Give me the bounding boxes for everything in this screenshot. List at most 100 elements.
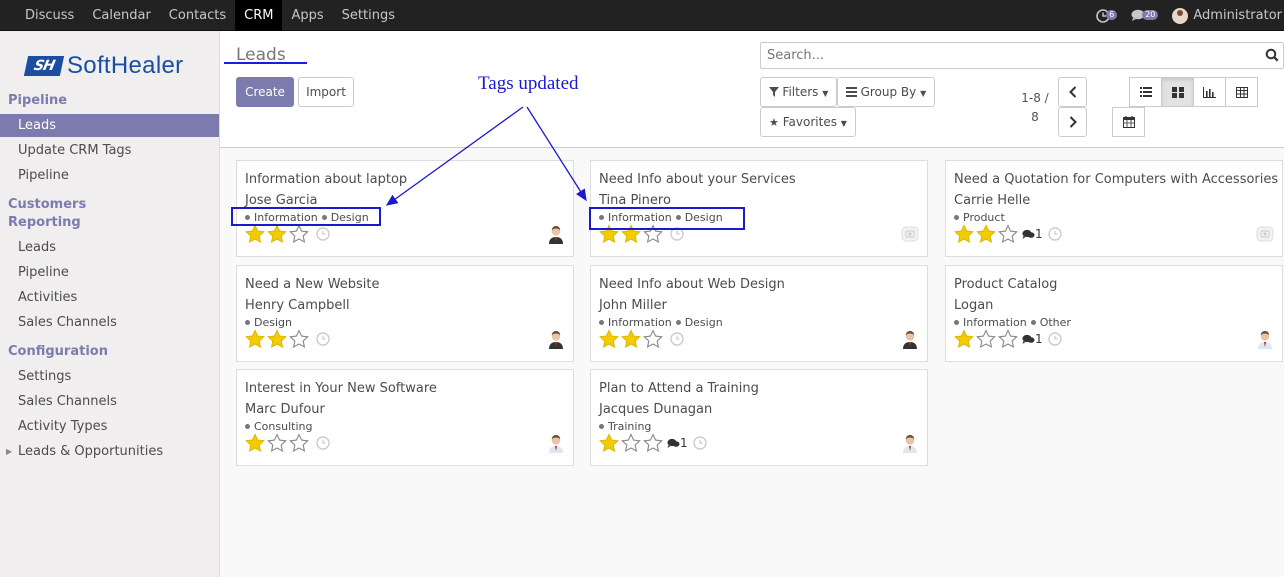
card-contact: Marc Dufour	[245, 402, 325, 417]
pivot-view-button[interactable]	[1225, 77, 1258, 107]
sidebar-item-update-crm-tags[interactable]: Update CRM Tags	[0, 139, 219, 162]
activity-clock-icon[interactable]	[670, 332, 684, 346]
star-filled-icon[interactable]	[954, 224, 974, 244]
messages-menu[interactable]: 20	[1131, 9, 1159, 22]
app-settings[interactable]: Settings	[333, 0, 404, 31]
star-empty-icon[interactable]	[621, 433, 641, 453]
activity-menu[interactable]: 6	[1096, 8, 1118, 23]
annotation-box	[589, 207, 745, 230]
star-filled-icon[interactable]	[245, 433, 265, 453]
activity-clock-icon[interactable]	[316, 227, 330, 241]
bar-chart-icon	[1203, 86, 1216, 98]
top-navbar: Discuss Calendar Contacts CRM Apps Setti…	[0, 0, 1284, 31]
create-button[interactable]: Create	[236, 77, 294, 107]
list-view-button[interactable]	[1129, 77, 1162, 107]
tag: Product	[954, 211, 1005, 224]
star-empty-icon[interactable]	[289, 224, 309, 244]
sidebar-item-activity-types[interactable]: Activity Types	[0, 415, 219, 438]
star-filled-icon[interactable]	[954, 329, 974, 349]
kanban-card[interactable]: Plan to Attend a Training Jacques Dunagan…	[590, 369, 928, 466]
card-footer	[245, 433, 330, 453]
filters-label: Filters	[782, 85, 819, 99]
sidebar-item-pipeline[interactable]: Pipeline	[0, 164, 219, 187]
placeholder-avatar	[901, 226, 919, 242]
section-configuration: Configuration	[8, 344, 108, 359]
activity-clock-icon[interactable]	[692, 436, 707, 450]
card-title: Product Catalog	[954, 277, 1058, 292]
pager-previous-button[interactable]	[1058, 77, 1087, 107]
app-discuss[interactable]: Discuss	[0, 0, 83, 31]
star-filled-icon[interactable]	[599, 329, 619, 349]
tag: Design	[245, 316, 292, 329]
activity-clock-icon[interactable]	[1047, 332, 1062, 346]
kanban-card[interactable]: Need a Quotation for Computers with Acce…	[945, 160, 1283, 257]
graph-view-button[interactable]	[1193, 77, 1226, 107]
sidebar-item-report-leads[interactable]: Leads	[0, 236, 219, 259]
kanban-card[interactable]: Need a New Website Henry Campbell Design	[236, 265, 574, 362]
filters-button[interactable]: Filters ▼	[760, 77, 837, 107]
app-crm[interactable]: CRM	[235, 0, 283, 31]
star-filled-icon[interactable]	[245, 329, 265, 349]
kanban-card[interactable]: Interest in Your New Software Marc Dufour…	[236, 369, 574, 466]
pager-range[interactable]: 1-8 /	[1018, 89, 1052, 108]
app-contacts[interactable]: Contacts	[160, 0, 235, 31]
sidebar-item-report-pipeline[interactable]: Pipeline	[0, 261, 219, 284]
star-filled-icon[interactable]	[976, 224, 996, 244]
star-empty-icon[interactable]	[643, 433, 663, 453]
calendar-icon	[1122, 116, 1135, 128]
card-title: Need a Quotation for Computers with Acce…	[954, 172, 1279, 187]
activity-clock-icon[interactable]	[316, 436, 330, 450]
table-icon	[1235, 86, 1248, 98]
placeholder-avatar	[1256, 226, 1274, 242]
star-empty-icon[interactable]	[998, 224, 1018, 244]
message-counter[interactable]: 1	[667, 436, 688, 450]
group-by-button[interactable]: Group By ▼	[837, 77, 935, 107]
star-filled-icon[interactable]	[267, 329, 287, 349]
tag: Other	[1031, 316, 1071, 329]
chevron-right-icon	[1069, 116, 1077, 128]
star-empty-icon[interactable]	[289, 433, 309, 453]
user-avatar	[1172, 7, 1189, 24]
card-contact: Tina Pinero	[599, 193, 671, 208]
star-filled-icon[interactable]	[621, 329, 641, 349]
sidebar-item-config-sales-channels[interactable]: Sales Channels	[0, 390, 219, 413]
card-title: Need Info about Web Design	[599, 277, 785, 292]
search-input[interactable]	[761, 43, 1251, 68]
activity-clock-icon[interactable]	[1047, 227, 1062, 241]
star-empty-icon[interactable]	[998, 329, 1018, 349]
card-title: Need a New Website	[245, 277, 380, 292]
message-counter[interactable]: 1	[1022, 227, 1043, 241]
star-empty-icon[interactable]	[643, 329, 663, 349]
app-calendar[interactable]: Calendar	[83, 0, 159, 31]
sidebar-item-leads-opportunities[interactable]: ▶ Leads & Opportunities	[0, 440, 219, 463]
card-footer: 1	[599, 433, 707, 453]
star-filled-icon[interactable]	[245, 224, 265, 244]
app-apps[interactable]: Apps	[282, 0, 332, 31]
user-menu[interactable]: Administrator	[1172, 7, 1282, 24]
kanban-card[interactable]: Need Info about Web Design John Miller Inf…	[590, 265, 928, 362]
card-title: Information about laptop	[245, 172, 408, 187]
favorites-button[interactable]: ★ Favorites ▼	[760, 107, 856, 137]
kanban-card[interactable]: Product Catalog Logan Information Other 1	[945, 265, 1283, 362]
star-empty-icon[interactable]	[976, 329, 996, 349]
tag: Consulting	[245, 420, 312, 433]
calendar-view-button[interactable]	[1112, 107, 1145, 137]
message-counter[interactable]: 1	[1022, 332, 1043, 346]
pager-total: 8	[1031, 110, 1039, 124]
star-empty-icon[interactable]	[289, 329, 309, 349]
card-contact: Jose Garcia	[245, 193, 318, 208]
card-title: Need Info about your Services	[599, 172, 796, 187]
star-filled-icon[interactable]	[599, 433, 619, 453]
search-icon[interactable]	[1265, 48, 1279, 62]
pager-next-button[interactable]	[1058, 107, 1087, 137]
star-filled-icon[interactable]	[267, 224, 287, 244]
sidebar-item-leads[interactable]: Leads	[0, 114, 219, 137]
star-empty-icon[interactable]	[267, 433, 287, 453]
kanban-view-button[interactable]	[1161, 77, 1194, 107]
activity-clock-icon[interactable]	[316, 332, 330, 346]
section-customers[interactable]: Customers	[8, 197, 86, 212]
import-button[interactable]: Import	[298, 77, 354, 107]
sidebar-item-activities[interactable]: Activities	[0, 286, 219, 309]
sidebar-item-sales-channels[interactable]: Sales Channels	[0, 311, 219, 334]
sidebar-item-settings[interactable]: Settings	[0, 365, 219, 388]
